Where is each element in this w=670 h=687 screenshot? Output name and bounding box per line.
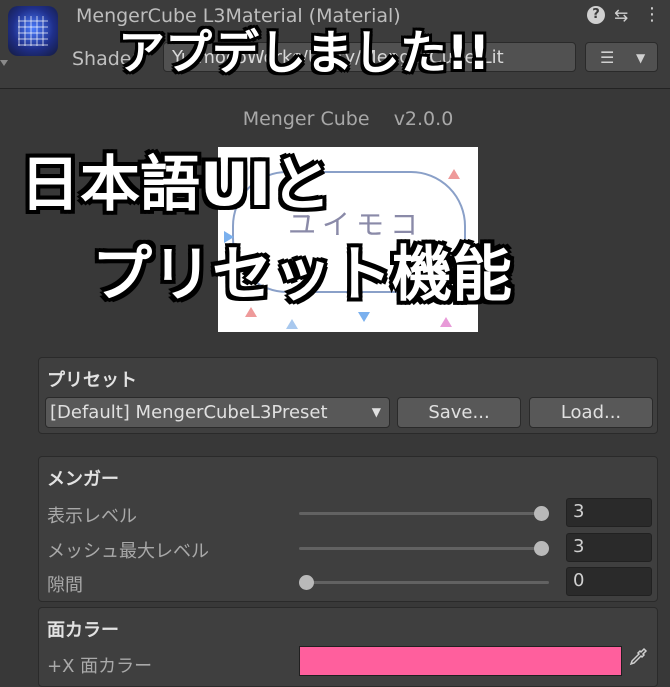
mesh-max-level-label: メッシュ最大レベル [47, 541, 209, 562]
mesh-max-level-slider[interactable] [299, 541, 549, 556]
overlay-line-2: プリセット機能 [92, 240, 512, 310]
product-version: Menger Cube v2.0.0 [0, 108, 670, 130]
slider-thumb[interactable] [534, 541, 549, 556]
save-preset-button[interactable]: Save... [397, 397, 521, 428]
logo-triangle [286, 319, 298, 329]
display-level-field[interactable]: 3 [566, 498, 652, 527]
fold-arrow-icon[interactable] [0, 60, 8, 66]
load-preset-button[interactable]: Load... [529, 397, 653, 428]
gap-field[interactable]: 0 [566, 567, 652, 596]
display-level-slider[interactable] [299, 506, 549, 521]
logo-triangle [440, 317, 452, 327]
list-icon: ☰ [600, 48, 615, 67]
list-button[interactable]: ☰ ▼ [585, 42, 658, 72]
menger-section-title: メンガー [47, 469, 119, 490]
slider-thumb[interactable] [299, 575, 314, 590]
logo-triangle [358, 312, 370, 322]
logo-triangle [448, 169, 460, 179]
overlay-title: アプデしました!! [118, 26, 490, 81]
plus-x-face-color-field[interactable] [299, 646, 622, 676]
display-level-label: 表示レベル [47, 506, 137, 527]
more-icon[interactable]: ⋮ [643, 4, 661, 25]
face-color-section: 面カラー +X 面カラー [38, 607, 658, 687]
plus-x-face-color-label: +X 面カラー [47, 656, 153, 677]
version-number: v2.0.0 [393, 108, 454, 130]
chevron-down-icon: ▼ [636, 51, 646, 65]
face-color-section-title: 面カラー [47, 620, 119, 641]
material-icon [8, 6, 58, 56]
slider-thumb[interactable] [534, 506, 549, 521]
menger-section: メンガー 表示レベル 3 メッシュ最大レベル 3 隙間 0 [38, 456, 658, 602]
preset-dropdown[interactable]: [Default] MengerCubeL3Preset ▼ [45, 397, 390, 428]
product-name: Menger Cube [242, 108, 370, 130]
mesh-max-level-field[interactable]: 3 [566, 533, 652, 562]
gap-slider[interactable] [299, 575, 549, 590]
preset-selected-value: [Default] MengerCubeL3Preset [50, 402, 328, 423]
preset-section: プリセット [Default] MengerCubeL3Preset ▼ Sav… [38, 357, 658, 434]
help-icon[interactable]: ? [587, 6, 605, 24]
overlay-line-1: 日本語UIと [20, 150, 332, 220]
settings-icon[interactable]: ⇆ [614, 6, 628, 26]
preset-section-title: プリセット [47, 370, 137, 391]
gap-label: 隙間 [47, 575, 83, 596]
chevron-down-icon: ▼ [371, 405, 381, 419]
